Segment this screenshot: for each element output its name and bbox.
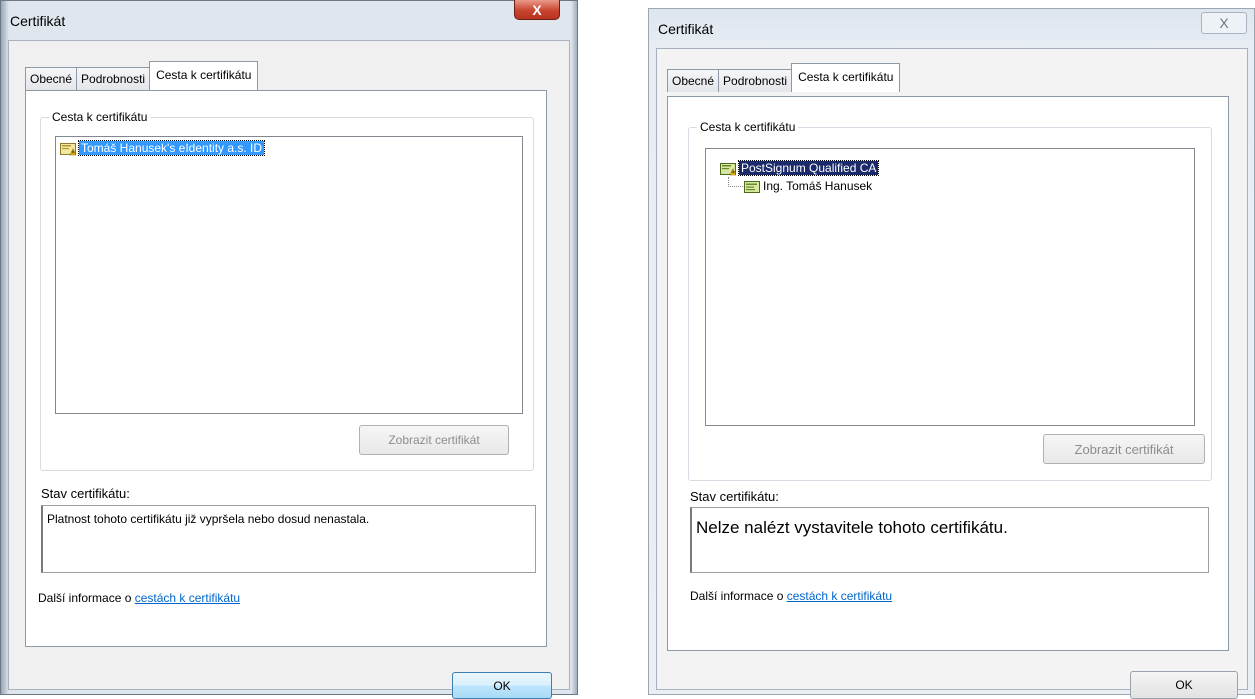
- tab-certification-path[interactable]: Cesta k certifikátu: [149, 61, 259, 90]
- certificate-tree[interactable]: Tomáš Hanusek's eIdentity a.s. ID: [55, 136, 523, 414]
- certificate-tree[interactable]: PostSignum Qualified CA Ing. Tomáš Hanus…: [705, 148, 1195, 426]
- certificate-dialog-left: Certifikát X Obecné Podrobnosti Cesta k …: [0, 0, 578, 699]
- tab-certification-path[interactable]: Cesta k certifikátu: [791, 63, 901, 92]
- dialog-title: Certifikát: [10, 13, 66, 29]
- close-icon: X: [1219, 15, 1229, 31]
- tab-strip: Obecné Podrobnosti Cesta k certifikátu: [667, 63, 901, 92]
- dialog-title: Certifikát: [658, 21, 714, 37]
- certificate-status-text: Platnost tohoto certifikátu již vypršela…: [47, 512, 370, 526]
- more-info-line: Další informace o cestách k certifikátu: [690, 589, 892, 603]
- certificate-status-label: Stav certifikátu:: [690, 489, 779, 504]
- dialog-client-area: Obecné Podrobnosti Cesta k certifikátu C…: [656, 48, 1248, 690]
- close-button[interactable]: X: [514, 0, 560, 20]
- close-button[interactable]: X: [1201, 12, 1247, 34]
- tab-details[interactable]: Podrobnosti: [718, 69, 793, 92]
- tab-general[interactable]: Obecné: [25, 67, 78, 90]
- certificate-icon: [744, 180, 760, 193]
- certificate-dialog-right: Certifikát X Obecné Podrobnosti Cesta k …: [648, 8, 1255, 699]
- tree-item[interactable]: PostSignum Qualified CA: [720, 160, 880, 176]
- certification-path-help-link[interactable]: cestách k certifikátu: [787, 589, 892, 603]
- tree-item-label: Tomáš Hanusek's eIdentity a.s. ID: [77, 140, 266, 156]
- tab-page: Cesta k certifikátu PostSignum Qualified…: [667, 96, 1229, 651]
- certificate-warning-icon: [60, 142, 77, 155]
- more-info-line: Další informace o cestách k certifikátu: [38, 591, 240, 605]
- certification-path-help-link[interactable]: cestách k certifikátu: [135, 591, 240, 605]
- tree-item-label: Ing. Tomáš Hanusek: [763, 179, 873, 193]
- tree-item-label: PostSignum Qualified CA: [737, 160, 880, 176]
- tree-item[interactable]: Ing. Tomáš Hanusek: [744, 179, 872, 193]
- tab-page: Cesta k certifikátu Tomáš Hanusek's eIde…: [25, 90, 547, 647]
- certification-path-group: Cesta k certifikátu Tomáš Hanusek's eIde…: [40, 110, 534, 471]
- group-label: Cesta k certifikátu: [697, 120, 799, 134]
- tab-details[interactable]: Podrobnosti: [76, 67, 151, 90]
- tree-connector-line: [728, 177, 743, 187]
- group-label: Cesta k certifikátu: [49, 110, 151, 124]
- certificate-status-text: Nelze nalézt vystavitele tohoto certifik…: [696, 518, 1008, 537]
- certificate-status-label: Stav certifikátu:: [41, 486, 130, 501]
- more-info-prefix: Další informace o: [690, 589, 787, 603]
- certificate-status-box: Platnost tohoto certifikátu již vypršela…: [41, 505, 536, 573]
- dialog-client-area: Obecné Podrobnosti Cesta k certifikátu C…: [8, 40, 570, 690]
- tab-general[interactable]: Obecné: [667, 69, 720, 92]
- certification-path-group: Cesta k certifikátu PostSignum Qualified…: [688, 120, 1212, 481]
- view-certificate-button[interactable]: Zobrazit certifikát: [1043, 434, 1205, 464]
- certificate-warning-icon: [720, 162, 737, 175]
- tab-strip: Obecné Podrobnosti Cesta k certifikátu: [25, 61, 259, 90]
- view-certificate-button[interactable]: Zobrazit certifikát: [359, 425, 509, 455]
- certificate-status-box: Nelze nalézt vystavitele tohoto certifik…: [690, 507, 1209, 573]
- more-info-prefix: Další informace o: [38, 591, 135, 605]
- tree-item[interactable]: Tomáš Hanusek's eIdentity a.s. ID: [60, 140, 266, 156]
- close-icon: X: [532, 1, 542, 18]
